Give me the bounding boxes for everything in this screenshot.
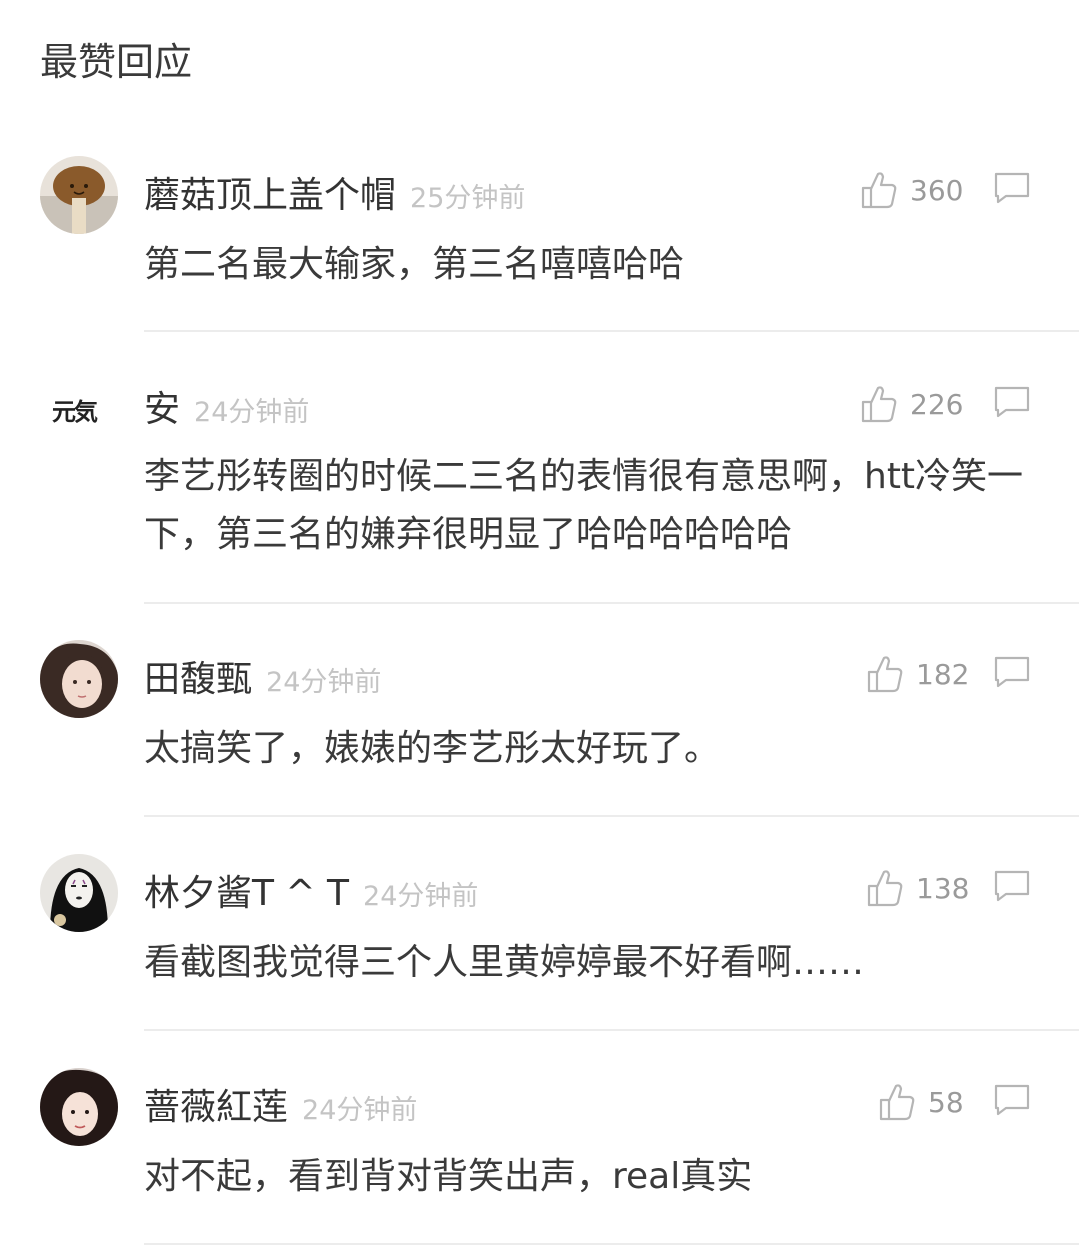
like-button[interactable]: 360 [860, 166, 963, 214]
divider [144, 330, 1079, 332]
like-count: 58 [928, 1085, 964, 1119]
thumbs-up-icon [861, 172, 897, 209]
thumbs-up-icon [861, 386, 897, 423]
like-button[interactable]: 138 [866, 864, 969, 912]
reply-icon[interactable] [992, 1082, 1032, 1118]
comment-text: 太搞笑了，婊婊的李艺彤太好玩了。 [144, 728, 721, 769]
username[interactable]: 蔷薇紅莲 [144, 1078, 288, 1130]
divider [144, 815, 1079, 817]
like-button[interactable]: 182 [866, 650, 969, 698]
section-title: 最赞回应 [40, 40, 193, 84]
like-button[interactable]: 226 [860, 380, 963, 428]
reply-icon[interactable] [992, 654, 1032, 690]
timestamp: 24分钟前 [194, 397, 310, 428]
divider [144, 1243, 1079, 1245]
username[interactable]: 林夕酱T ^ T [144, 864, 349, 916]
like-count: 182 [916, 657, 970, 691]
thumbs-up-icon [879, 1084, 915, 1121]
like-button[interactable]: 58 [878, 1078, 964, 1126]
like-count: 360 [910, 173, 964, 207]
comment-text: 第二名最大输家，第三名嘻嘻哈哈 [144, 244, 685, 285]
avatar[interactable] [40, 640, 118, 718]
like-count: 138 [916, 871, 970, 905]
avatar[interactable]: 元気 [40, 370, 118, 448]
reply-icon[interactable] [992, 384, 1032, 420]
timestamp: 24分钟前 [266, 667, 382, 698]
reply-icon[interactable] [992, 170, 1032, 206]
timestamp: 24分钟前 [363, 881, 479, 912]
divider [144, 1029, 1079, 1031]
reply-icon[interactable] [992, 868, 1032, 904]
avatar[interactable] [40, 156, 118, 234]
timestamp: 25分钟前 [410, 183, 526, 214]
timestamp: 24分钟前 [302, 1095, 418, 1126]
username[interactable]: 安 [144, 380, 180, 432]
avatar[interactable] [40, 854, 118, 932]
divider [144, 602, 1079, 604]
comment-text: 看截图我觉得三个人里黄婷婷最不好看啊…… [144, 942, 865, 983]
username[interactable]: 田馥甄 [144, 650, 252, 702]
avatar[interactable] [40, 1068, 118, 1146]
comment-text: 对不起，看到背对背笑出声，real真实 [144, 1156, 753, 1197]
thumbs-up-icon [867, 870, 903, 907]
thumbs-up-icon [867, 656, 903, 693]
username[interactable]: 蘑菇顶上盖个帽 [144, 166, 396, 218]
like-count: 226 [910, 387, 964, 421]
comment-text: 李艺彤转圈的时候二三名的表情很有意思啊，htt冷笑一下，第三名的嫌弃很明显了哈哈… [144, 456, 1024, 555]
